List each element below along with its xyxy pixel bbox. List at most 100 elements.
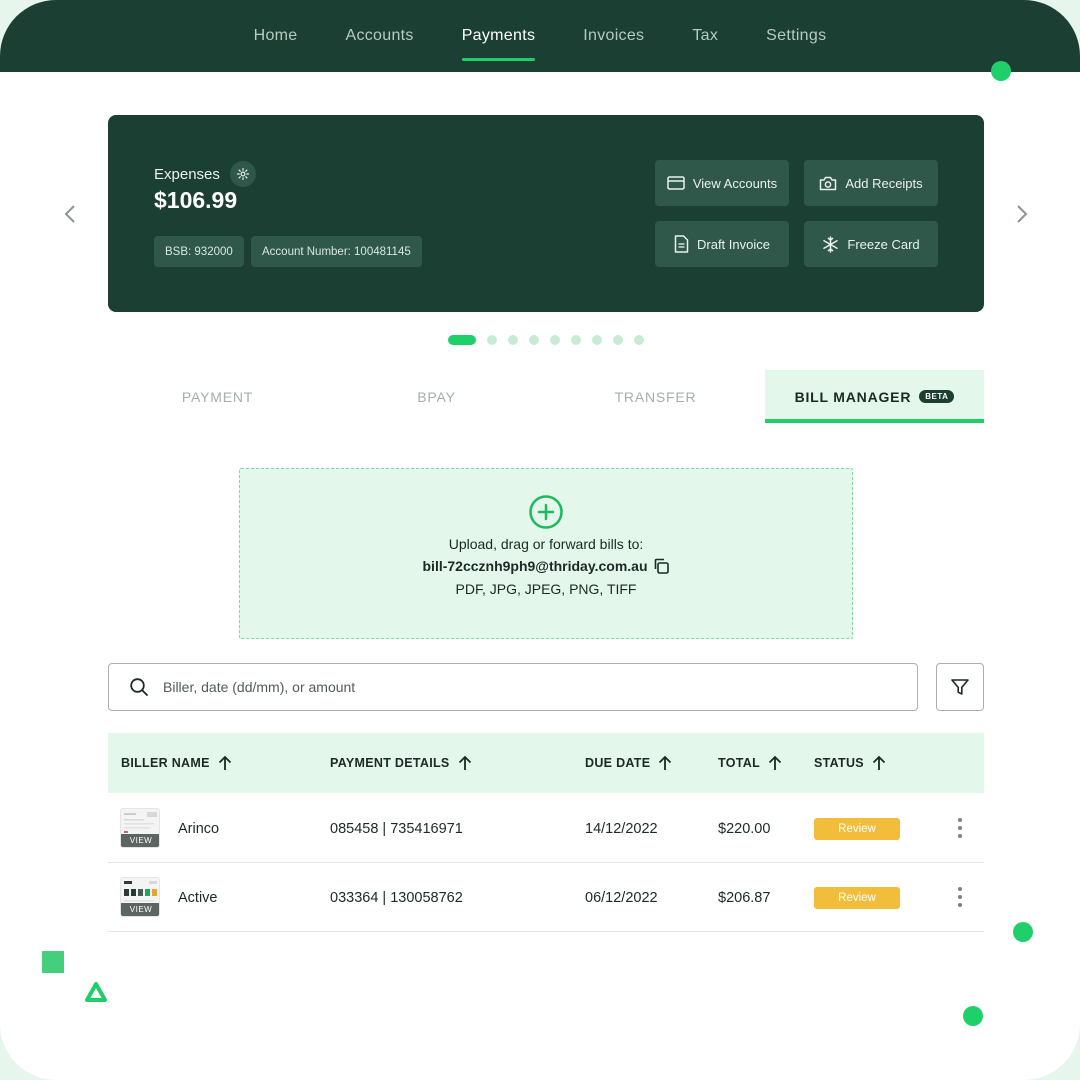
carousel-next-button[interactable]	[1010, 200, 1034, 228]
sort-total[interactable]: TOTAL	[718, 733, 782, 793]
tab-bill-manager-label: BILL MANAGER	[794, 388, 912, 405]
nav-payments[interactable]: Payments	[438, 0, 560, 72]
arrow-up-icon	[872, 755, 886, 770]
tab-bpay[interactable]: BPAY	[327, 370, 546, 423]
arrow-up-icon	[458, 755, 471, 770]
add-receipts-button[interactable]: Add Receipts	[804, 160, 938, 206]
nav-settings[interactable]: Settings	[742, 0, 850, 72]
payment-tabs: PAYMENT BPAY TRANSFER BILL MANAGER BETA	[108, 370, 984, 423]
bills-table-header: BILLER NAME PAYMENT DETAILS DUE DATE TOT…	[108, 733, 984, 793]
carousel-dot[interactable]	[634, 335, 644, 345]
row-menu-button[interactable]	[954, 818, 966, 838]
header-status: STATUS	[814, 756, 864, 770]
draft-invoice-button[interactable]: Draft Invoice	[655, 221, 789, 267]
carousel-dot[interactable]	[613, 335, 623, 345]
account-number-chip: Account Number: 100481145	[251, 236, 422, 267]
filter-button[interactable]	[936, 663, 984, 711]
draft-invoice-label: Draft Invoice	[697, 236, 770, 252]
bill-search	[108, 663, 918, 711]
upload-instructions: Upload, drag or forward bills to:	[448, 536, 644, 552]
carousel-dot[interactable]	[508, 335, 518, 345]
kebab-dot	[958, 887, 962, 891]
gear-icon	[236, 167, 249, 181]
carousel-dots	[448, 335, 644, 345]
search-icon	[130, 678, 148, 696]
search-input[interactable]	[163, 679, 863, 695]
header-total: TOTAL	[718, 756, 761, 770]
sort-payment-details[interactable]: PAYMENT DETAILS	[330, 733, 472, 793]
carousel-dot-active[interactable]	[448, 335, 476, 345]
carousel-dot[interactable]	[592, 335, 602, 345]
confetti-dot	[991, 61, 1011, 81]
carousel-dot[interactable]	[487, 335, 497, 345]
kebab-dot	[958, 834, 962, 838]
kebab-dot	[958, 818, 962, 822]
total: $220.00	[718, 820, 771, 837]
upload-email-row: bill-72ccznh9ph9@thriday.com.au	[423, 557, 670, 575]
bill-upload-dropzone[interactable]: Upload, drag or forward bills to: bill-7…	[239, 468, 853, 639]
nav-home[interactable]: Home	[230, 0, 322, 72]
copy-icon[interactable]	[652, 557, 670, 575]
snowflake-icon	[823, 235, 839, 253]
status-cell: Review	[814, 794, 900, 863]
upload-email: bill-72ccznh9ph9@thriday.com.au	[422, 558, 648, 574]
top-nav: Home Accounts Payments Invoices Tax Sett…	[0, 0, 1080, 72]
sort-due-date[interactable]: DUE DATE	[585, 733, 672, 793]
bill-thumbnail[interactable]: VIEW	[120, 808, 160, 848]
biller-name: Active	[178, 889, 218, 906]
header-payment-details: PAYMENT DETAILS	[330, 756, 450, 770]
carousel-dot[interactable]	[550, 335, 560, 345]
add-circle-icon[interactable]	[528, 494, 564, 530]
upload-file-types: PDF, JPG, JPEG, PNG, TIFF	[455, 581, 637, 597]
kebab-dot	[958, 895, 962, 899]
freeze-card-label: Freeze Card	[847, 236, 920, 252]
view-accounts-label: View Accounts	[692, 175, 778, 191]
app-frame: Home Accounts Payments Invoices Tax Sett…	[0, 0, 1080, 1080]
tab-transfer[interactable]: TRANSFER	[546, 370, 765, 423]
document-preview-icon	[124, 812, 157, 833]
confetti-square	[42, 951, 64, 973]
table-row[interactable]: VIEW Arinco 085458 | 735416971 14/12/202…	[108, 794, 984, 863]
tab-payment[interactable]: PAYMENT	[108, 370, 327, 423]
confetti-triangle-icon	[85, 982, 107, 1002]
bsb-chip: BSB: 932000	[154, 236, 244, 267]
chevron-left-icon	[64, 205, 75, 223]
kebab-dot	[958, 826, 962, 830]
sort-biller-name[interactable]: BILLER NAME	[121, 733, 232, 793]
account-name: Expenses	[154, 161, 256, 187]
nav-accounts[interactable]: Accounts	[321, 0, 437, 72]
payment-details: 033364 | 130058762	[330, 889, 463, 906]
carousel-prev-button[interactable]	[58, 200, 82, 228]
account-card: Expenses $106.99 BSB: 932000 Account Num…	[108, 115, 984, 312]
due-date: 14/12/2022	[585, 820, 658, 837]
account-balance: $106.99	[154, 187, 238, 213]
account-settings-button[interactable]	[229, 161, 256, 187]
due-date: 06/12/2022	[585, 889, 658, 906]
header-due-date: DUE DATE	[585, 756, 651, 770]
kebab-dot	[958, 903, 962, 907]
view-accounts-button[interactable]: View Accounts	[655, 160, 789, 206]
sort-status[interactable]: STATUS	[814, 733, 886, 793]
biller-name: Arinco	[178, 820, 220, 837]
nav-invoices[interactable]: Invoices	[559, 0, 668, 72]
status-badge[interactable]: Review	[814, 886, 900, 909]
account-label: Expenses	[154, 165, 220, 183]
table-row[interactable]: VIEW Active 033364 | 130058762 06/12/202…	[108, 863, 984, 932]
payment-details: 085458 | 735416971	[330, 820, 463, 837]
carousel-dot[interactable]	[571, 335, 581, 345]
tab-bill-manager[interactable]: BILL MANAGER BETA	[765, 370, 984, 423]
carousel-dot[interactable]	[529, 335, 539, 345]
bill-thumbnail[interactable]: VIEW	[120, 877, 160, 917]
freeze-card-button[interactable]: Freeze Card	[804, 221, 938, 267]
nav-tax[interactable]: Tax	[668, 0, 742, 72]
card-icon	[667, 176, 685, 190]
confetti-dot	[1013, 922, 1033, 942]
row-menu-button[interactable]	[954, 887, 966, 907]
view-label: VIEW	[121, 903, 159, 916]
status-badge[interactable]: Review	[814, 817, 900, 840]
filter-icon	[951, 679, 969, 695]
beta-badge: BETA	[919, 390, 955, 403]
status-cell: Review	[814, 863, 900, 932]
chevron-right-icon	[1017, 205, 1028, 223]
arrow-up-icon	[218, 755, 231, 770]
